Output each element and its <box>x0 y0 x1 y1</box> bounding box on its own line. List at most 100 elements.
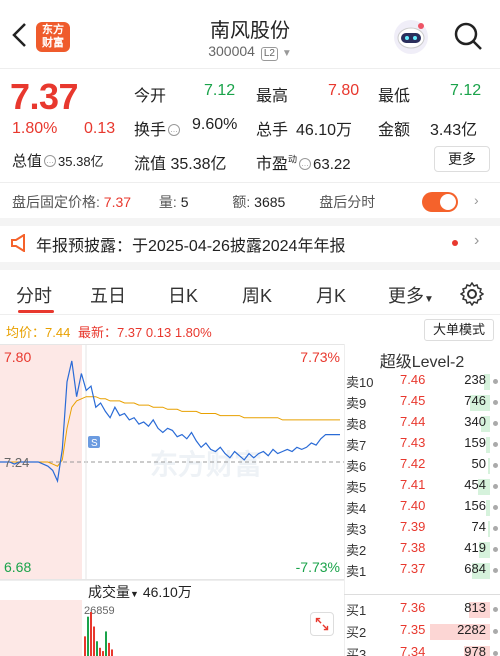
s-marker-label: S <box>91 438 98 449</box>
chevron-right-icon[interactable]: › <box>474 232 479 250</box>
order-level-label: 卖2 <box>346 543 367 558</box>
order-volume: 74 <box>471 519 486 534</box>
ask-row[interactable]: 卖10 7.46 238 <box>344 372 500 392</box>
more-quote-button[interactable]: 更多 <box>434 146 490 172</box>
big-order-mode-button[interactable]: 大单模式 <box>424 319 494 341</box>
volume-bar <box>87 616 89 656</box>
order-dot-icon <box>493 442 498 447</box>
ask-row[interactable]: 卖3 7.39 74 <box>344 519 500 539</box>
order-volume: 684 <box>464 561 486 576</box>
expand-icon[interactable] <box>310 612 334 636</box>
bid-row[interactable]: 买2 7.35 2282 <box>344 622 500 642</box>
volume-bar <box>90 612 92 656</box>
order-dot-icon <box>493 568 498 573</box>
bid-row[interactable]: 买1 7.36 813 <box>344 600 500 620</box>
order-level-label: 卖6 <box>346 459 367 474</box>
volume-depth-bar <box>485 437 490 453</box>
order-price: 7.46 <box>400 372 426 387</box>
volume-label[interactable]: 成交量▼ 46.10万 <box>88 582 192 602</box>
order-price: 7.38 <box>400 540 426 555</box>
order-dot-icon <box>493 629 498 634</box>
volume-bar <box>96 641 98 656</box>
order-level-label: 卖5 <box>346 480 367 495</box>
ask-row[interactable]: 卖6 7.42 50 <box>344 456 500 476</box>
level2-panel: 超级Level-2 卖10 7.46 238 卖9 7.45 746 卖8 7.44 340 卖7… <box>344 344 500 656</box>
order-dot-icon <box>493 400 498 405</box>
gear-icon[interactable] <box>460 282 484 306</box>
order-volume: 454 <box>464 477 486 492</box>
volume-depth-bar <box>488 521 490 537</box>
after-hours-toggle[interactable] <box>422 192 458 212</box>
tab-weekly-k[interactable]: 周K <box>242 282 272 308</box>
ask-row[interactable]: 卖9 7.45 746 <box>344 393 500 413</box>
stock-code: 300004 <box>208 43 255 59</box>
search-icon[interactable] <box>452 20 484 52</box>
info-icon[interactable]: … <box>168 124 181 136</box>
order-volume: 156 <box>464 498 486 513</box>
order-volume: 50 <box>471 456 486 471</box>
order-volume: 159 <box>464 435 486 450</box>
volume-value: 46.10万 <box>296 122 353 139</box>
order-level-label: 卖8 <box>346 417 367 432</box>
tab-more[interactable]: 更多▼ <box>388 282 434 308</box>
order-dot-icon <box>493 379 498 384</box>
amount-label: 金额 <box>378 122 411 139</box>
order-price: 7.41 <box>400 477 426 492</box>
low-label: 最低 <box>378 88 411 105</box>
order-price: 7.42 <box>400 456 426 471</box>
info-icon[interactable]: … <box>44 155 57 167</box>
volume-chart: 26859 <box>0 600 115 656</box>
volume-bar <box>105 631 107 656</box>
megaphone-icon <box>11 234 25 252</box>
volume-bar <box>102 651 104 656</box>
y-axis-top: 7.80 <box>4 349 31 365</box>
high-label: 最高 <box>256 88 289 105</box>
order-price: 7.40 <box>400 498 426 513</box>
tab-daily-k[interactable]: 日K <box>168 282 198 308</box>
volume-bar <box>93 626 95 656</box>
tab-five-day[interactable]: 五日 <box>90 282 126 308</box>
order-volume: 340 <box>464 414 486 429</box>
ask-row[interactable]: 卖4 7.40 156 <box>344 498 500 518</box>
order-dot-icon <box>493 421 498 426</box>
order-level-label: 卖3 <box>346 522 367 537</box>
order-level-label: 买2 <box>346 625 367 640</box>
market-cap: 总值… 35.38亿 <box>12 153 104 170</box>
volume-bar <box>99 647 101 656</box>
volume-max-label: 26859 <box>84 605 115 617</box>
order-level-label: 买1 <box>346 603 367 618</box>
after-hours-row: 盘后固定价格: 7.37 量: 5 额: 3685 盘后分时 <box>12 194 376 210</box>
order-volume: 813 <box>464 600 486 615</box>
unread-dot <box>452 240 458 246</box>
order-price: 7.36 <box>400 600 426 615</box>
chevron-right-icon[interactable]: › <box>474 192 479 208</box>
volume-bar <box>108 642 110 656</box>
assistant-robot-icon[interactable] <box>392 18 430 56</box>
float-cap: 流值 35.38亿 <box>134 156 227 173</box>
order-price: 7.39 <box>400 519 426 534</box>
order-price: 7.45 <box>400 393 426 408</box>
open-value: 7.12 <box>204 82 236 99</box>
volume-bar <box>111 649 113 656</box>
ask-row[interactable]: 卖1 7.37 684 <box>344 561 500 581</box>
order-level-label: 买3 <box>346 647 367 656</box>
dropdown-icon: ▼ <box>281 48 292 59</box>
ask-row[interactable]: 卖2 7.38 419 <box>344 540 500 560</box>
tab-monthly-k[interactable]: 月K <box>316 282 346 308</box>
notice-text[interactable]: 年报预披露：于2025-04-26披露2024年年报 <box>36 232 345 256</box>
order-level-label: 卖10 <box>346 375 374 390</box>
bid-row[interactable]: 买3 7.34 978 <box>344 644 500 656</box>
high-value: 7.80 <box>328 82 360 99</box>
order-price: 7.35 <box>400 622 426 637</box>
current-price: 7.37 <box>10 76 79 117</box>
change-amount: 0.13 <box>84 120 116 137</box>
info-icon[interactable]: … <box>299 158 312 170</box>
ask-row[interactable]: 卖8 7.44 340 <box>344 414 500 434</box>
low-value: 7.12 <box>450 82 482 99</box>
tab-timeshare[interactable]: 分时 <box>16 282 52 308</box>
order-dot-icon <box>493 526 498 531</box>
volume-bar <box>84 636 86 656</box>
ask-row[interactable]: 卖7 7.43 159 <box>344 435 500 455</box>
timeshare-chart[interactable]: 东方财富 S 7.80 7.24 6.68 7.73% -7.73% <box>0 344 344 580</box>
ask-row[interactable]: 卖5 7.41 454 <box>344 477 500 497</box>
